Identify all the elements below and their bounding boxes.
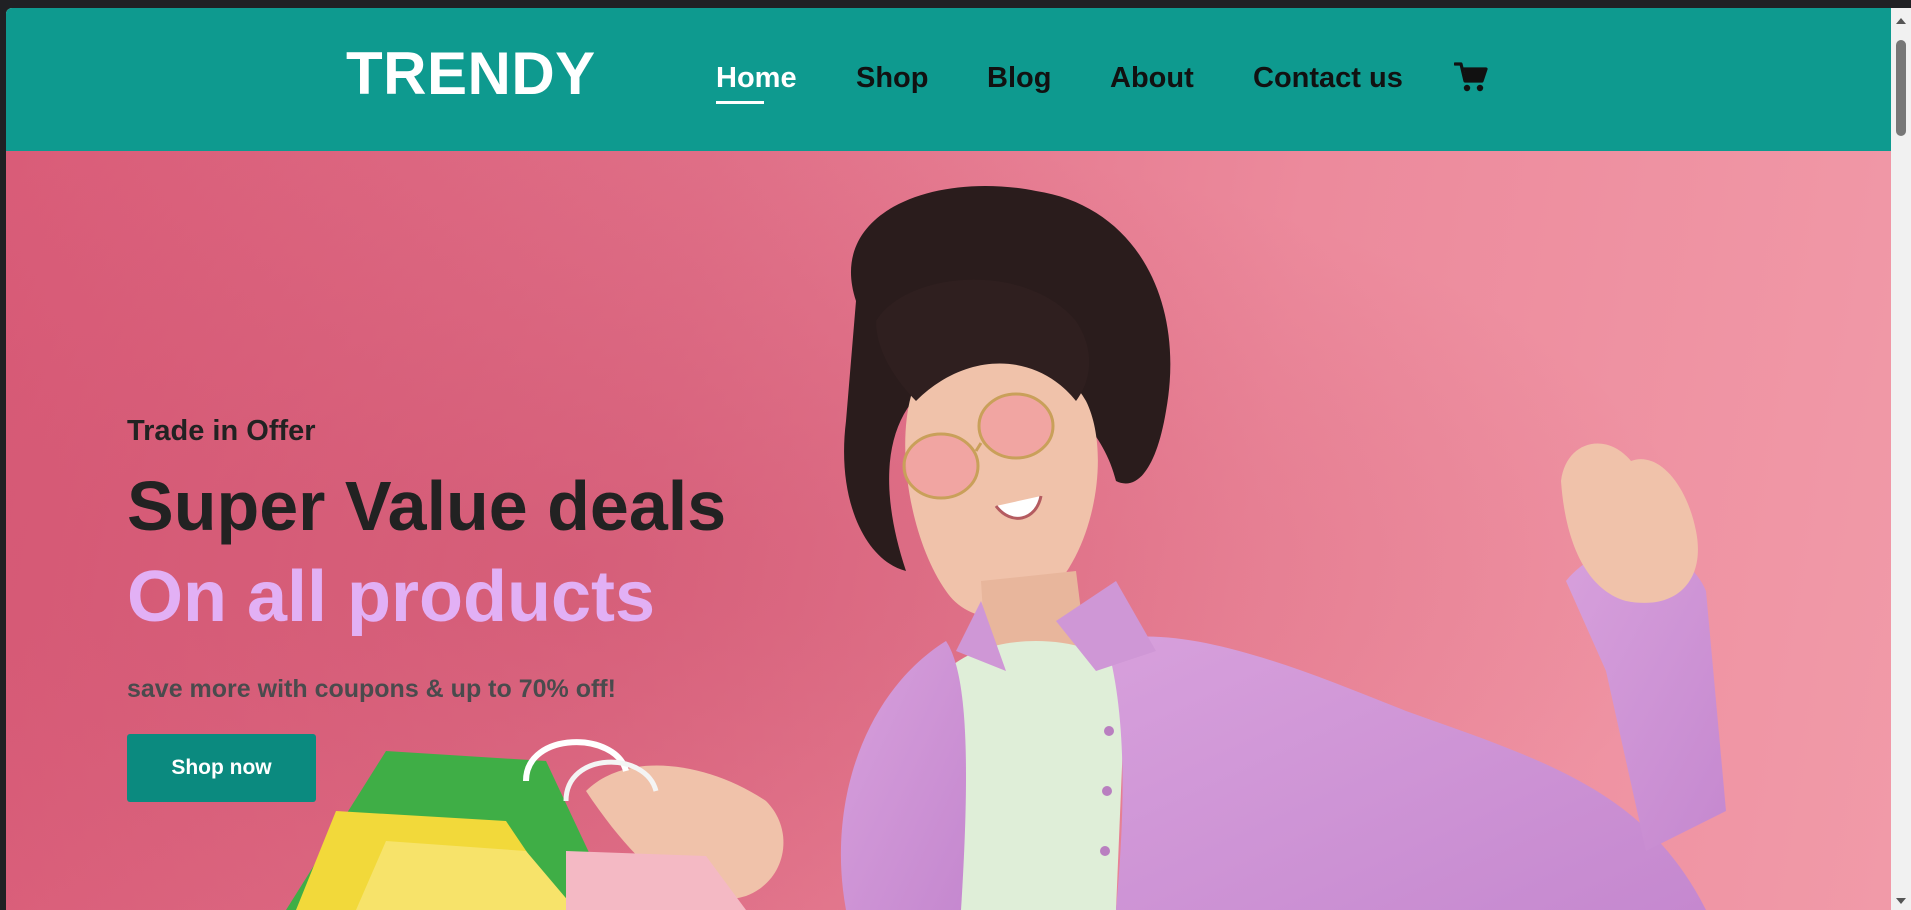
hero-tagline: save more with coupons & up to 70% off! [127, 675, 616, 703]
nav-home[interactable]: Home [716, 62, 797, 104]
nav-shop[interactable]: Shop [856, 64, 929, 93]
hero-kicker: Trade in Offer [127, 415, 316, 447]
brand-logo[interactable]: TRENDY [346, 44, 596, 104]
nav-contact[interactable]: Contact us [1253, 64, 1403, 93]
nav-blog[interactable]: Blog [987, 64, 1051, 93]
shopping-cart-icon[interactable] [1454, 61, 1488, 93]
active-underline [716, 101, 764, 104]
scrollbar-thumb[interactable] [1896, 40, 1906, 136]
shop-now-button[interactable]: Shop now [127, 734, 316, 802]
scroll-down-arrow-icon[interactable] [1896, 898, 1906, 904]
nav-home-label: Home [716, 62, 797, 94]
site-header: TRENDY Home Shop Blog About Contact us [6, 8, 1891, 151]
nav-about[interactable]: About [1110, 64, 1194, 93]
page-scrollbar[interactable] [1891, 8, 1911, 910]
hero-headline: Super Value deals [127, 467, 727, 545]
browser-viewport: TRENDY Home Shop Blog About Contact us T… [6, 8, 1891, 910]
scroll-up-arrow-icon[interactable] [1896, 18, 1906, 24]
hero-banner: Trade in Offer Super Value deals On all … [6, 151, 1891, 910]
hero-subhead: On all products [127, 557, 656, 637]
